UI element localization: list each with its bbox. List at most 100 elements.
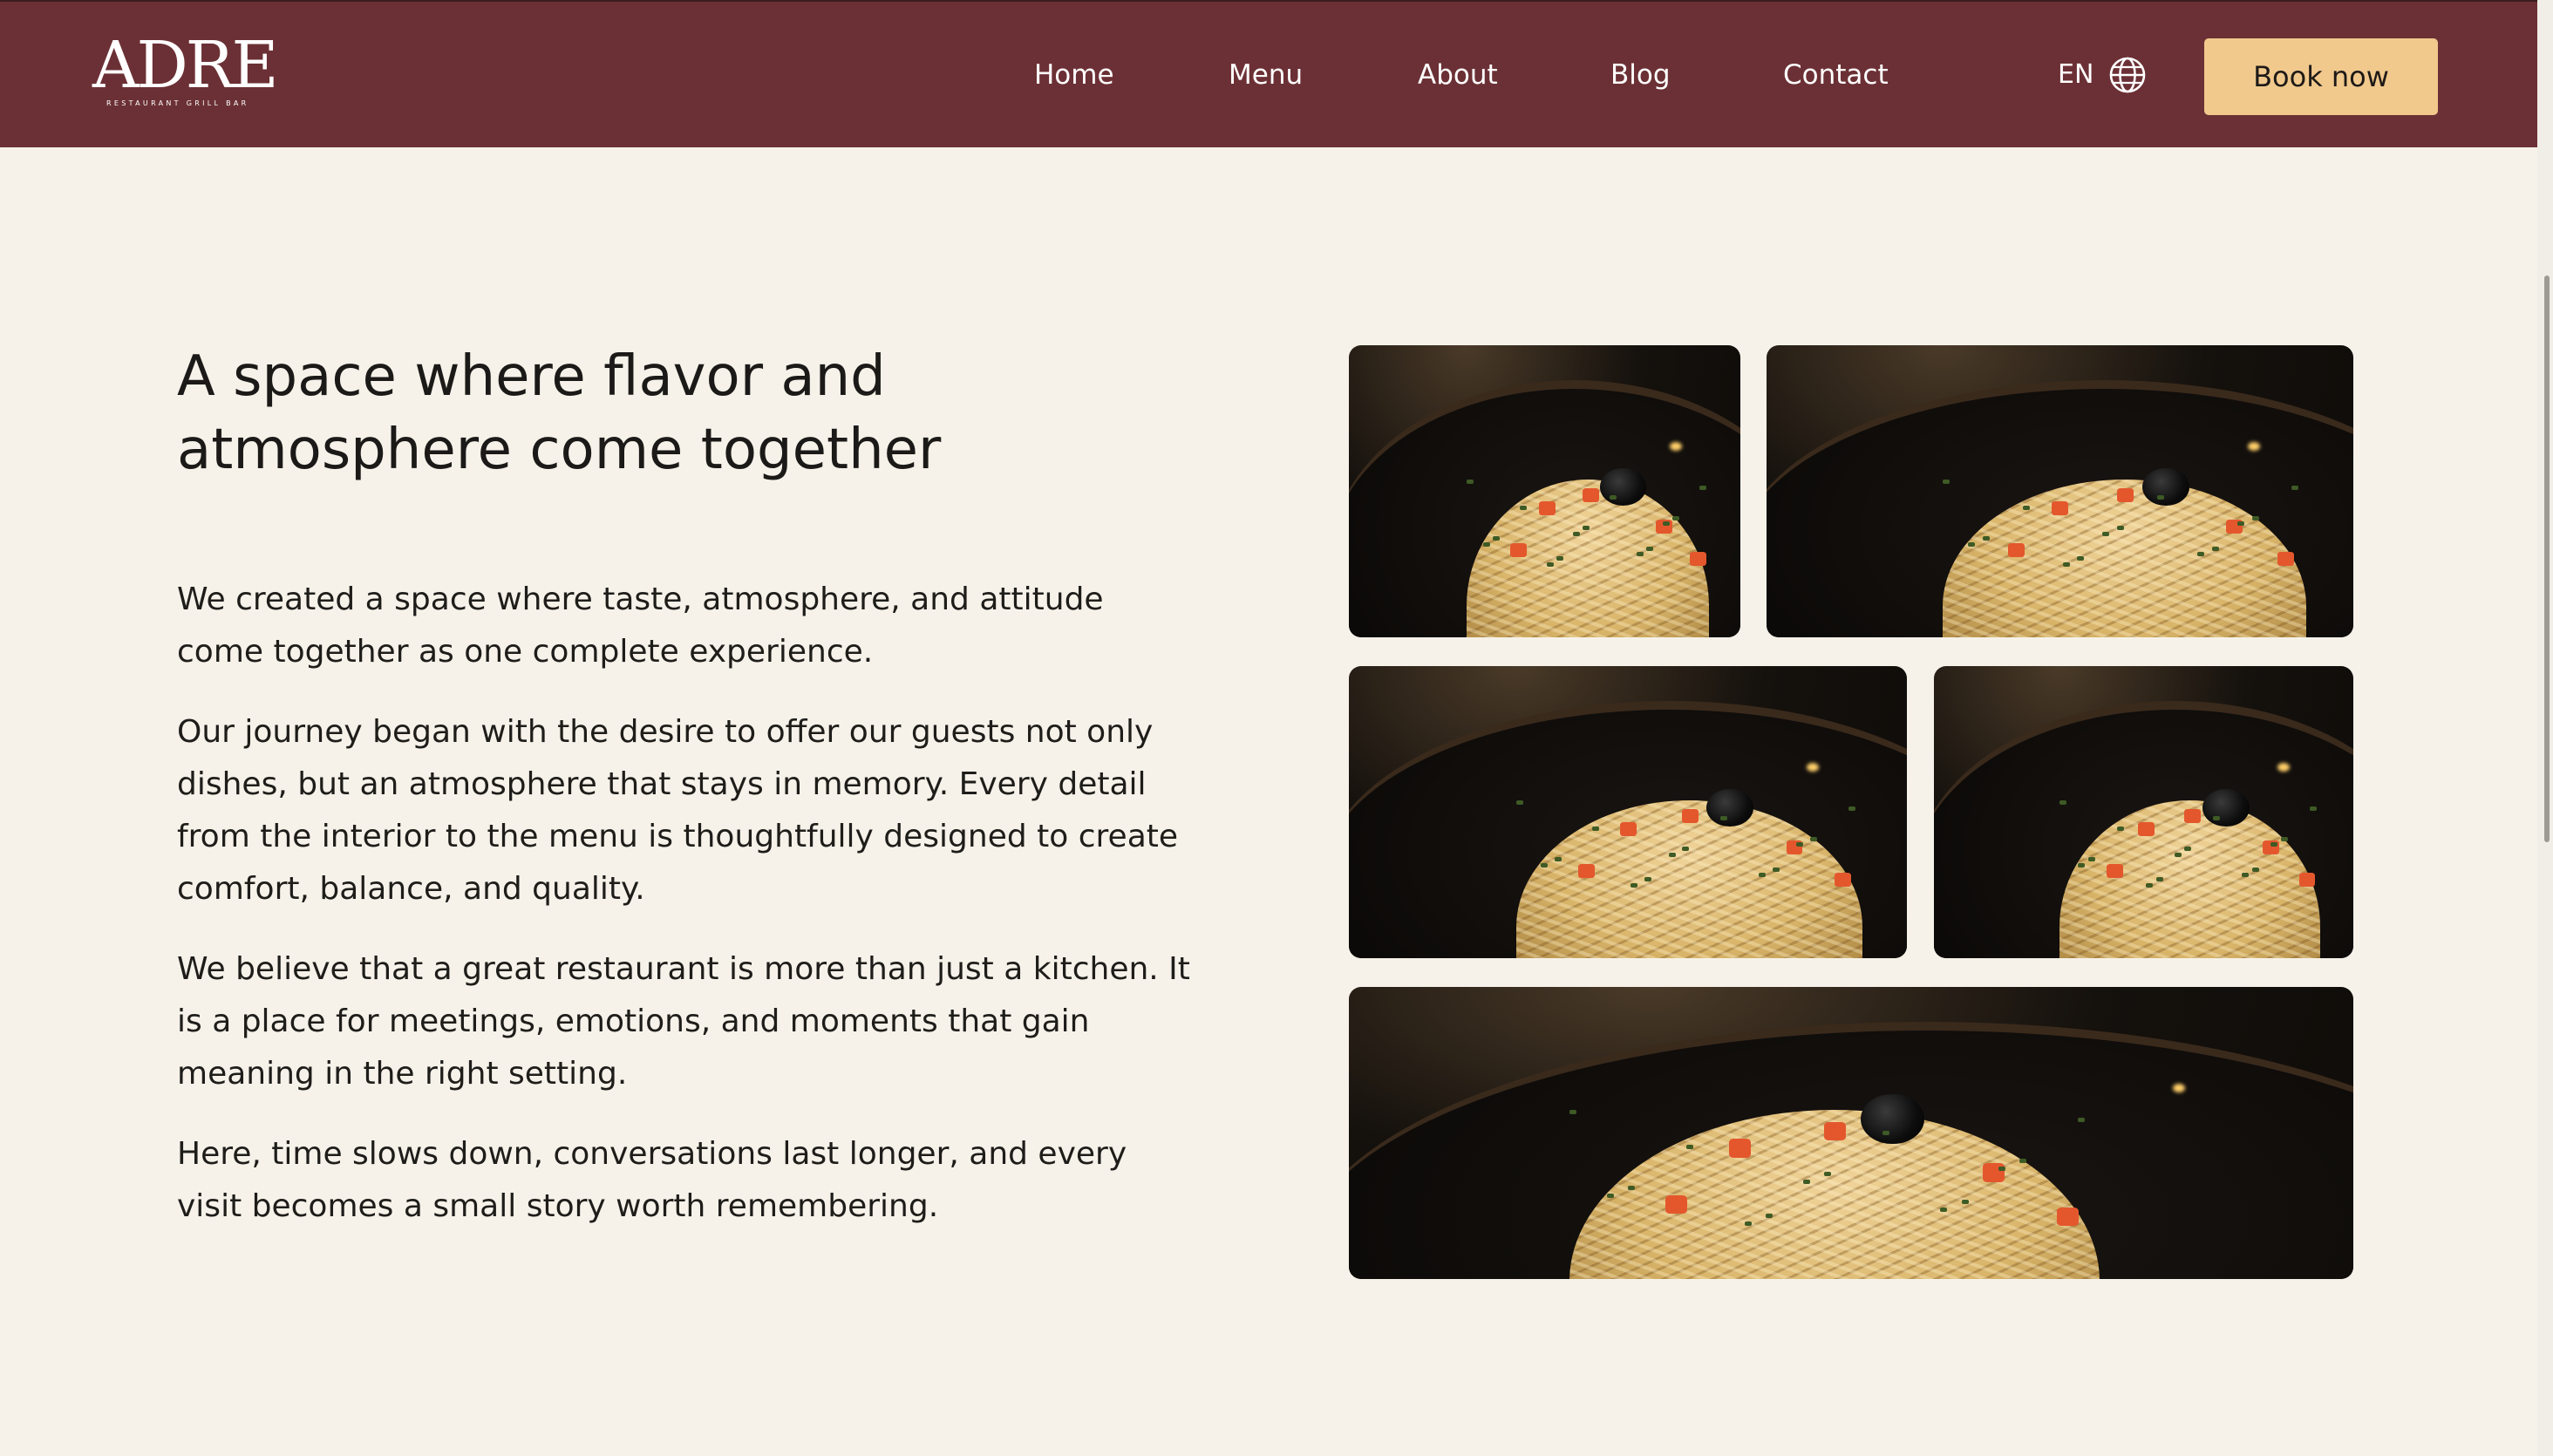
salmon-piece — [1823, 1121, 1847, 1141]
salmon-piece — [1620, 822, 1637, 836]
gallery-photo-3[interactable] — [1349, 666, 1907, 958]
caviar-shape — [1599, 467, 1647, 506]
herb-piece — [1609, 495, 1617, 500]
herb-piece — [2196, 552, 2204, 557]
herb-piece — [1573, 531, 1581, 536]
salmon-piece — [2298, 873, 2316, 888]
herb-piece — [1516, 800, 1523, 806]
herb-piece — [2251, 867, 2259, 872]
light-reflection — [2277, 762, 2291, 772]
herb-piece — [1493, 535, 1501, 541]
herb-piece — [1483, 541, 1491, 547]
salmon-piece — [2277, 552, 2294, 567]
salmon-piece — [2137, 822, 2155, 836]
globe-icon[interactable] — [2108, 56, 2147, 94]
herb-piece — [1942, 480, 1950, 485]
herb-piece — [2062, 561, 2070, 567]
herb-piece — [2242, 873, 2250, 878]
herb-piece — [1961, 1199, 1969, 1204]
gallery-photo-2[interactable] — [1767, 345, 2353, 637]
herb-piece — [2251, 515, 2259, 520]
herb-piece — [1606, 1194, 1614, 1199]
herb-piece — [1636, 552, 1644, 557]
salmon-piece — [1682, 809, 1699, 824]
herb-piece — [2102, 531, 2110, 536]
intro-paragraph-1: We created a space where taste, atmosphe… — [177, 582, 1104, 670]
caviar-shape — [2142, 467, 2189, 506]
herb-piece — [2270, 842, 2277, 847]
logo[interactable]: ADRE RESTAURANT GRILL BAR — [92, 28, 279, 107]
salmon-piece — [1509, 542, 1527, 557]
gallery-photo-1[interactable] — [1349, 345, 1740, 637]
herb-piece — [1672, 515, 1680, 520]
caviar-shape — [1706, 788, 1753, 827]
intro-paragraph-3: We believe that a great restaurant is mo… — [177, 951, 1190, 1092]
nav-home[interactable]: Home — [1034, 58, 1114, 92]
herb-piece — [1766, 1213, 1773, 1218]
herb-piece — [2088, 856, 2096, 861]
salmon-piece — [2184, 809, 2202, 824]
herb-piece — [1699, 485, 1706, 490]
nav-about[interactable]: About — [1418, 58, 1498, 92]
nav-blog[interactable]: Blog — [1610, 58, 1671, 92]
site-header: ADRE RESTAURANT GRILL BAR Home Menu Abou… — [0, 0, 2537, 147]
gallery-photo-4[interactable] — [1934, 666, 2353, 958]
herb-piece — [1663, 521, 1671, 527]
herb-piece — [1982, 535, 1990, 541]
language-selector[interactable]: EN — [2058, 58, 2093, 92]
nav-menu[interactable]: Menu — [1229, 58, 1303, 92]
salmon-piece — [1689, 552, 1706, 567]
herb-piece — [1758, 873, 1766, 878]
logo-wordmark: ADRE — [92, 28, 279, 103]
herb-piece — [1796, 842, 1804, 847]
herb-piece — [1569, 1109, 1577, 1114]
herb-piece — [2280, 836, 2288, 841]
salmon-piece — [2056, 1207, 2080, 1227]
light-reflection — [1670, 441, 1683, 451]
light-reflection — [2172, 1083, 2185, 1092]
section-title: A space where flavor and atmosphere come… — [177, 340, 1136, 486]
scrollbar[interactable] — [2537, 0, 2553, 1456]
book-now-button[interactable]: Book now — [2204, 38, 2438, 115]
salmon-piece — [1835, 873, 1851, 888]
salmon-piece — [2008, 542, 2025, 557]
salmon-piece — [2052, 501, 2068, 515]
herb-piece — [2211, 546, 2219, 551]
gallery-photo-5[interactable] — [1349, 987, 2353, 1279]
herb-piece — [1823, 1172, 1831, 1177]
herb-piece — [1686, 1145, 1693, 1150]
herb-piece — [1882, 1131, 1889, 1136]
salmon-piece — [1728, 1139, 1751, 1158]
herb-piece — [2236, 521, 2244, 527]
herb-piece — [2022, 506, 2030, 510]
logo-tagline: RESTAURANT GRILL BAR — [106, 99, 249, 107]
salmon-piece — [1539, 501, 1556, 515]
herb-piece — [1466, 480, 1474, 485]
herb-piece — [1772, 867, 1780, 872]
herb-piece — [1630, 882, 1637, 888]
herb-piece — [2184, 847, 2192, 852]
herb-piece — [1546, 561, 1554, 567]
section-title-line-2: atmosphere come together — [177, 418, 942, 482]
nav-contact[interactable]: Contact — [1783, 58, 1889, 92]
herb-piece — [1810, 836, 1818, 841]
herb-piece — [2077, 556, 2085, 561]
caviar-shape — [2202, 788, 2250, 827]
herb-piece — [1802, 1180, 1810, 1185]
caviar-shape — [1861, 1093, 1924, 1145]
light-reflection — [1806, 762, 1819, 772]
light-reflection — [2247, 441, 2260, 451]
salmon-piece — [1665, 1194, 1688, 1214]
herb-piece — [2213, 816, 2221, 821]
salmon-piece — [2117, 488, 2134, 503]
herb-piece — [2174, 852, 2182, 857]
herb-piece — [1940, 1207, 1948, 1212]
herb-piece — [2155, 877, 2163, 882]
herb-piece — [1519, 506, 1527, 510]
herb-piece — [2145, 882, 2153, 888]
scrollbar-thumb[interactable] — [2544, 276, 2550, 842]
herb-piece — [2078, 862, 2086, 867]
herb-piece — [1744, 1221, 1752, 1226]
herb-piece — [1645, 546, 1653, 551]
herb-piece — [2117, 526, 2125, 531]
